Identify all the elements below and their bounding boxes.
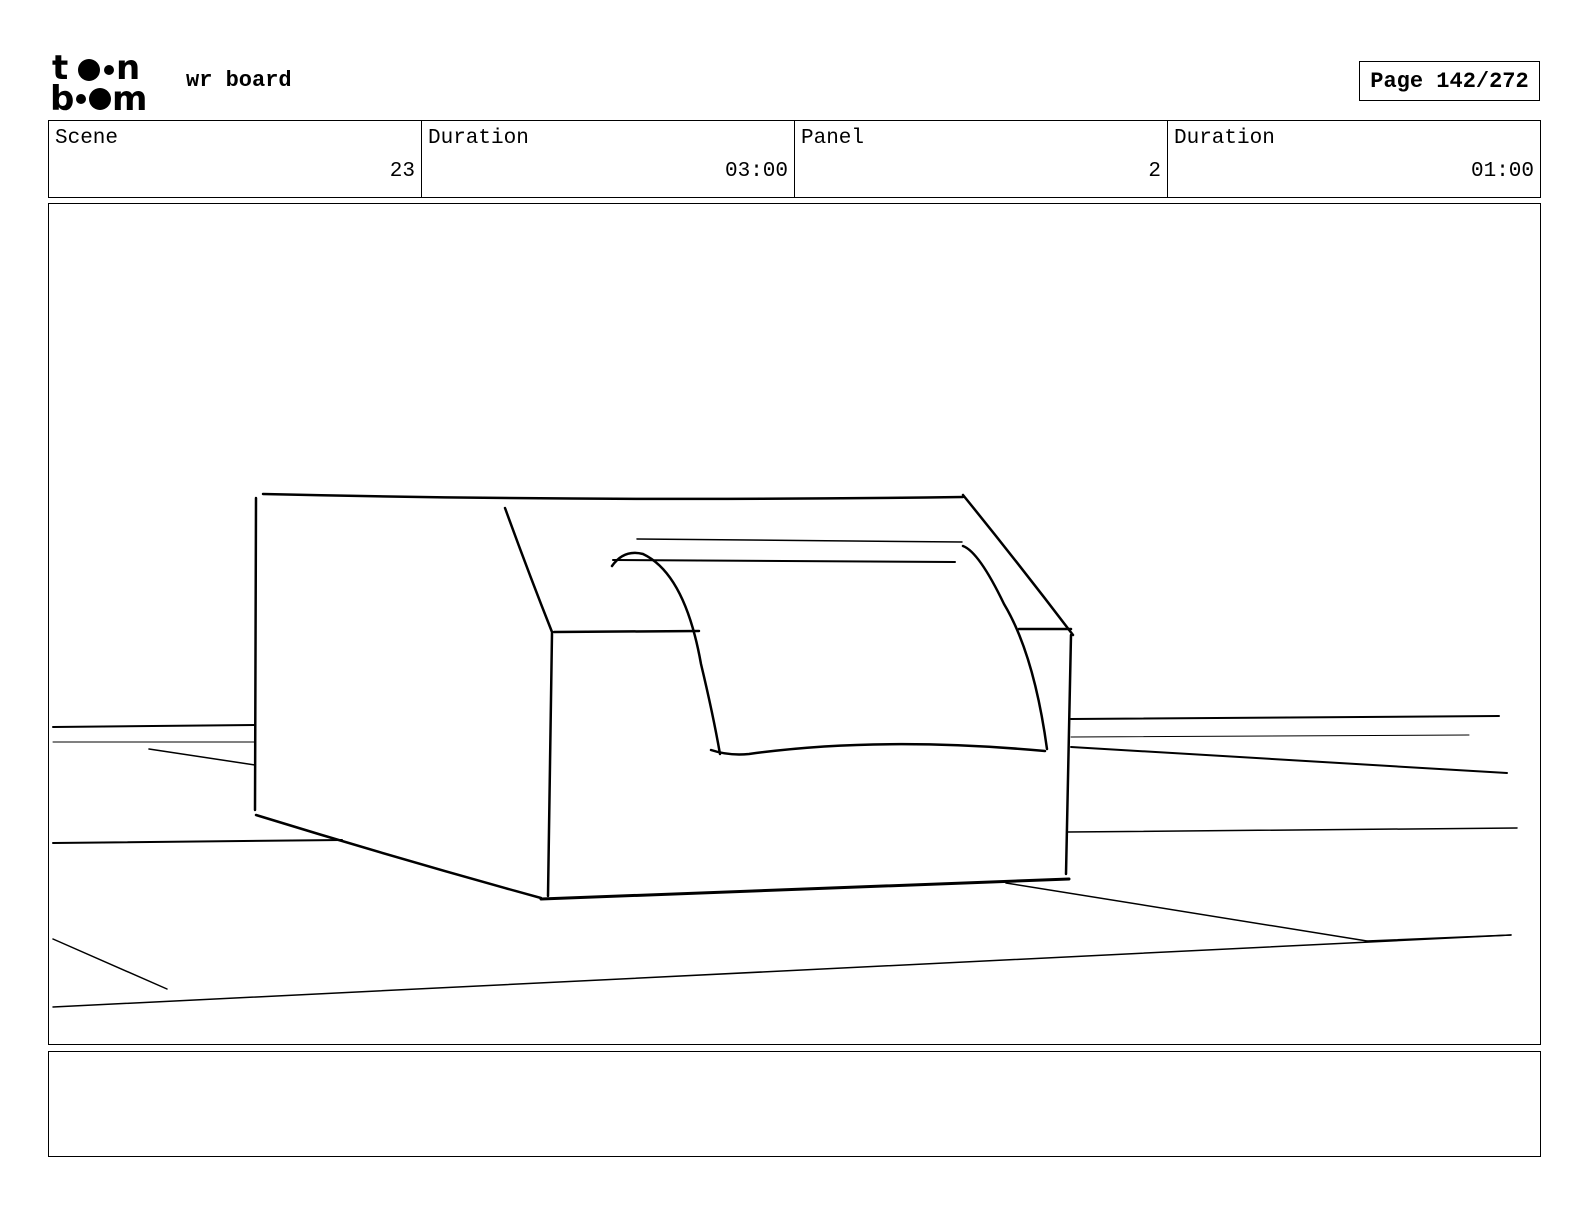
toonboom-logo-mark: t n b m: [50, 48, 147, 119]
panel-duration-label: Duration: [1174, 127, 1275, 150]
panel-info-row: Scene 23 Duration 03:00 Panel 2 Duration…: [48, 120, 1541, 198]
panel-label: Panel: [801, 127, 865, 150]
scene-duration-value: 03:00: [724, 160, 788, 183]
svg-text:b: b: [50, 79, 74, 114]
scene-duration-label: Duration: [428, 127, 529, 150]
scene-value: 23: [389, 160, 415, 183]
scene-cell: Scene 23: [49, 121, 422, 197]
storyboard-panel: [48, 203, 1541, 1045]
panel-cell: Panel 2: [795, 121, 1168, 197]
page-indicator: Page 142/272: [1359, 61, 1540, 101]
scene-duration-cell: Duration 03:00: [422, 121, 795, 197]
scene-label: Scene: [55, 127, 119, 150]
board-title: wr board: [186, 68, 292, 93]
panel-duration-value: 01:00: [1470, 160, 1534, 183]
toonboom-logo: t n b m: [50, 48, 166, 119]
panel-duration-cell: Duration 01:00: [1168, 121, 1540, 197]
svg-text:m: m: [112, 79, 147, 114]
panel-notes-area: [48, 1051, 1541, 1157]
panel-value: 2: [1148, 160, 1161, 183]
panel-sketch: [52, 492, 1518, 1008]
